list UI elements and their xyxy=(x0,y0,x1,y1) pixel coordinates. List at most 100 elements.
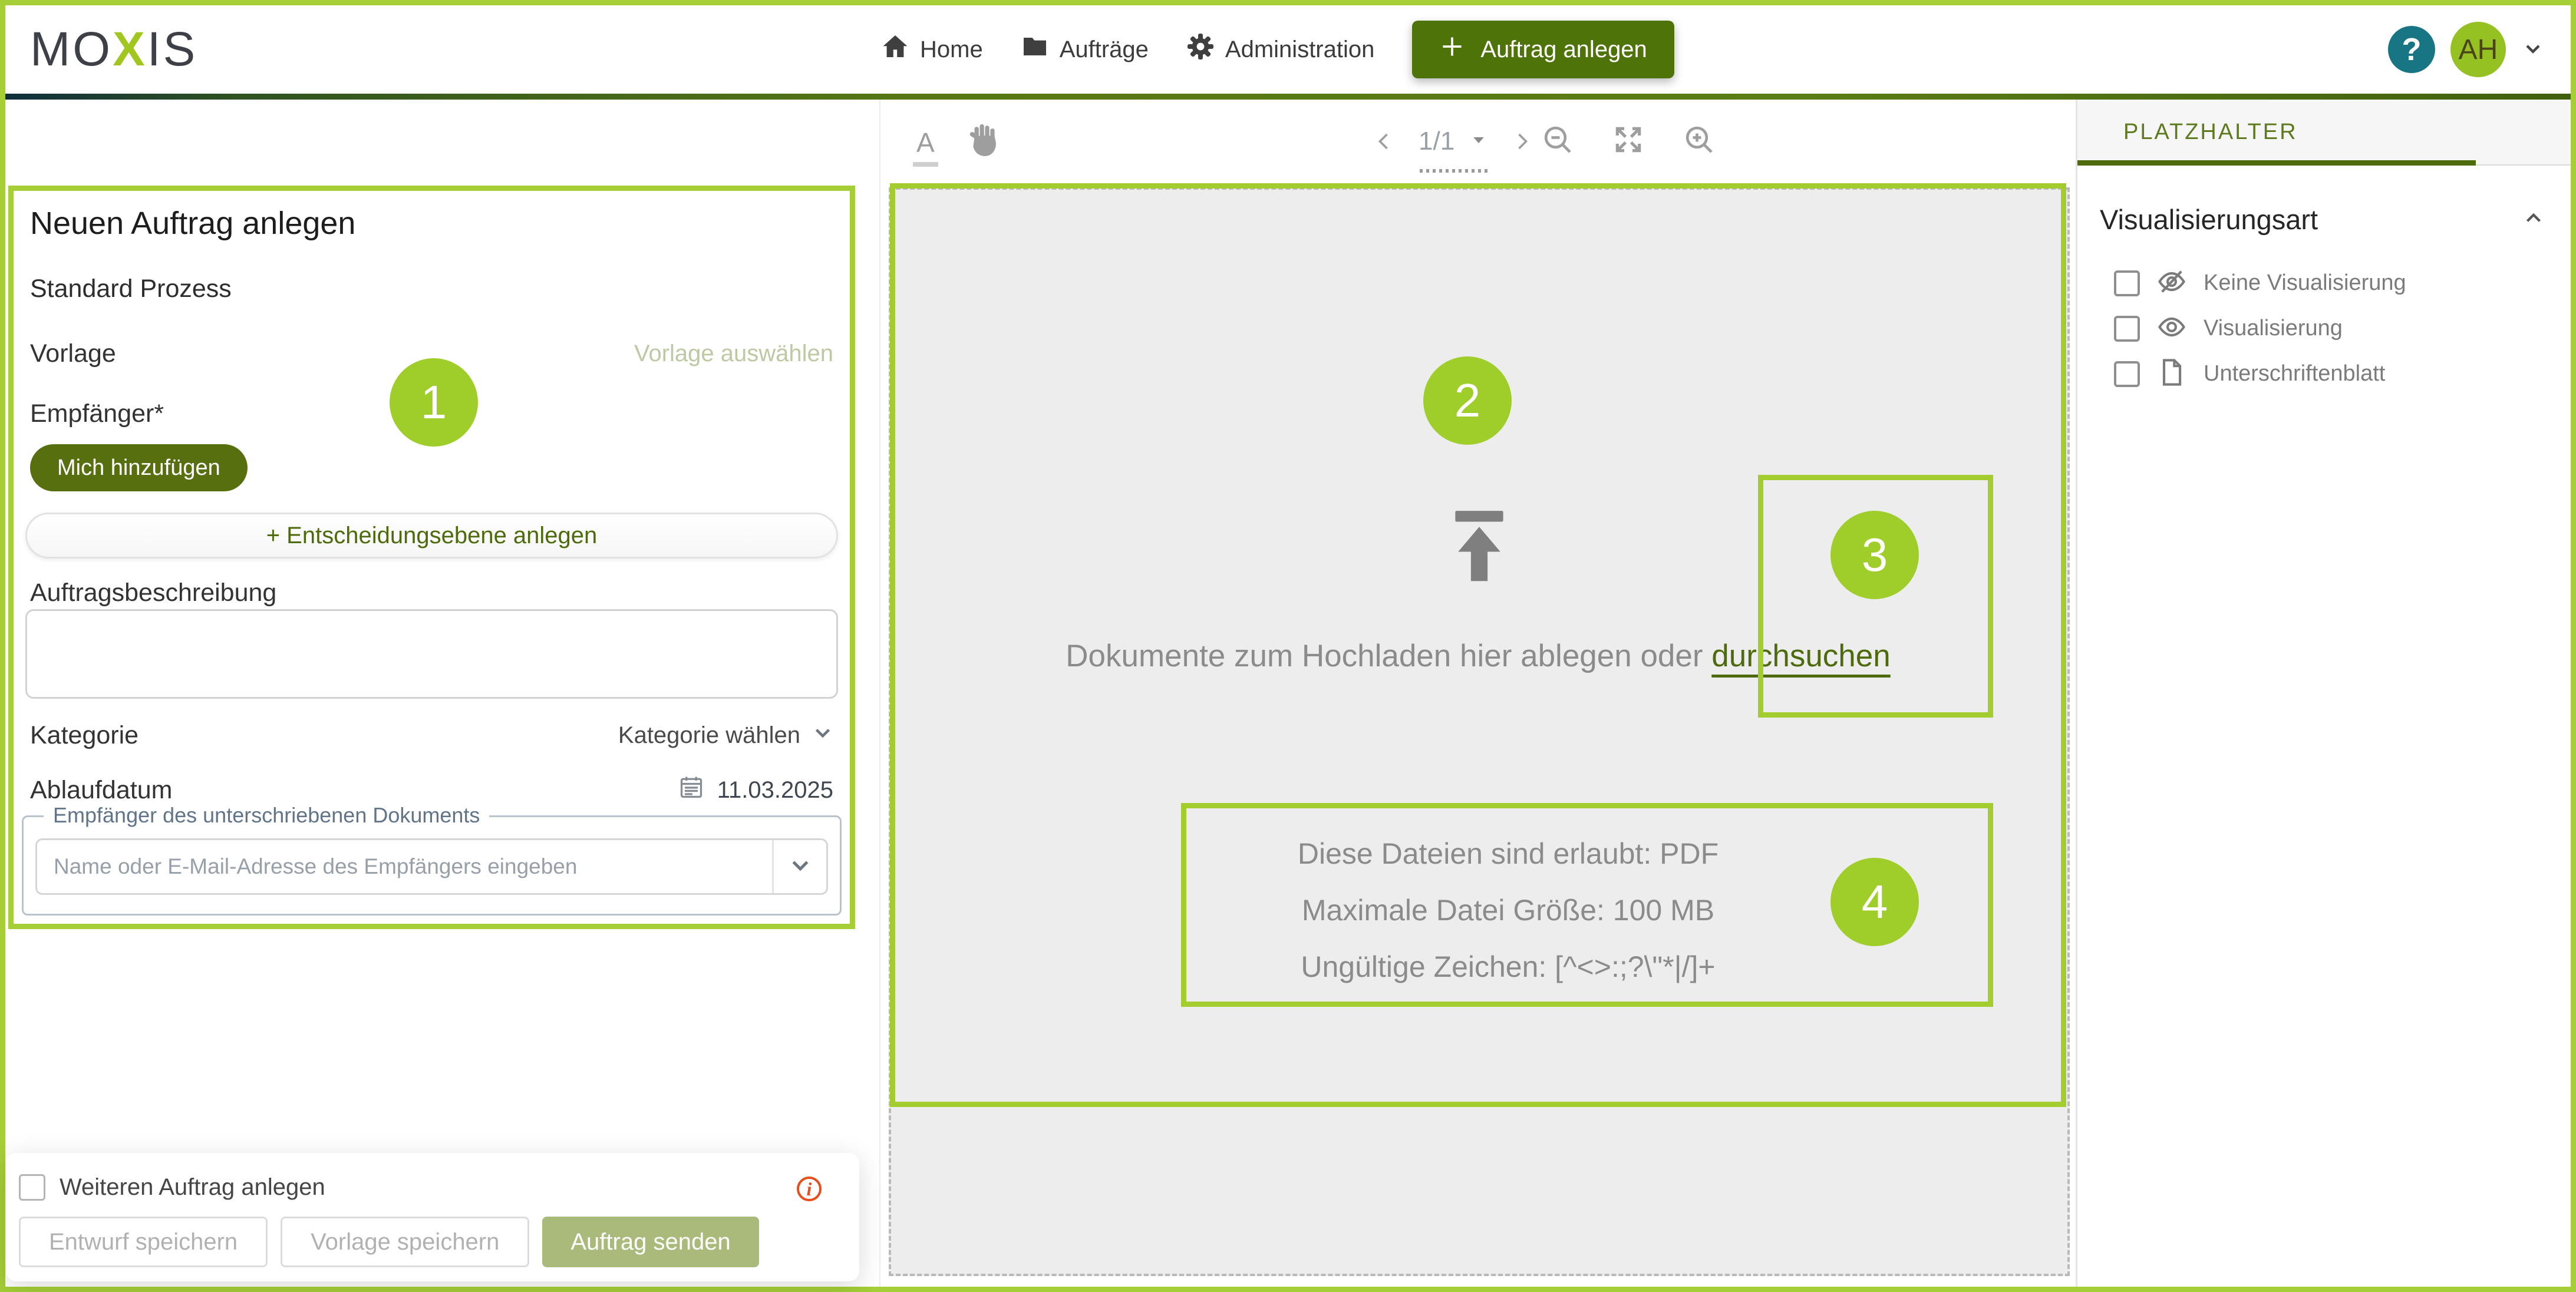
page-navigation: 1/1 xyxy=(1374,127,1532,156)
tab-platzhalter[interactable]: PLATZHALTER xyxy=(2123,120,2298,145)
callout-4: 4 xyxy=(1830,858,1919,946)
logo-text: IS xyxy=(147,22,197,76)
app-root: MOXIS Home Aufträge Administration Auftr… xyxy=(0,0,2576,1292)
save-draft-button[interactable]: Entwurf speichern xyxy=(19,1217,268,1267)
gear-icon xyxy=(1186,32,1215,67)
avatar-initials: AH xyxy=(2459,34,2498,66)
create-order-button[interactable]: Auftrag anlegen xyxy=(1412,21,1674,78)
nav-label: Administration xyxy=(1225,37,1374,63)
save-template-button[interactable]: Vorlage speichern xyxy=(281,1217,529,1267)
recipient-combobox xyxy=(35,838,828,895)
plus-icon xyxy=(1439,34,1465,65)
prev-page-button[interactable] xyxy=(1374,131,1395,152)
create-another-checkbox[interactable] xyxy=(19,1174,45,1201)
avatar[interactable]: AH xyxy=(2450,22,2506,77)
file-rules: Diese Dateien sind erlaubt: PDF Maximale… xyxy=(1196,825,1820,995)
document-icon xyxy=(2156,357,2187,391)
info-glyph: i xyxy=(807,1178,812,1200)
callout-3: 3 xyxy=(1830,511,1919,599)
header-right: ? AH xyxy=(2388,5,2545,94)
help-button[interactable]: ? xyxy=(2388,26,2435,73)
page-select-caret[interactable] xyxy=(1470,131,1487,152)
chevron-down-icon xyxy=(789,854,812,880)
nav-item-administration[interactable]: Administration xyxy=(1186,32,1374,67)
page-scrubber-dots xyxy=(1420,169,1490,173)
rule-allowed-files: Diese Dateien sind erlaubt: PDF xyxy=(1196,825,1820,882)
keine-visualisierung-checkbox[interactable] xyxy=(2114,270,2140,296)
visualization-title: Visualisierungsart xyxy=(2100,203,2318,236)
text-annotation-tool[interactable]: A xyxy=(913,127,938,167)
add-decision-level-button[interactable]: + Entscheidungsebene anlegen xyxy=(25,513,838,559)
create-another-row: Weiteren Auftrag anlegen xyxy=(19,1174,325,1201)
zoom-out-icon[interactable] xyxy=(1541,123,1574,159)
category-value: Kategorie wählen xyxy=(618,722,800,749)
question-mark-icon: ? xyxy=(2402,31,2422,68)
visualisierung-checkbox[interactable] xyxy=(2114,316,2140,342)
home-icon xyxy=(881,32,909,67)
placeholder-sidebar: PLATZHALTER Visualisierungsart Keine Vis… xyxy=(2076,100,2571,1287)
expiry-date-value: 11.03.2025 xyxy=(717,777,833,804)
new-order-form: Neuen Auftrag anlegen Standard Prozess V… xyxy=(8,186,855,929)
category-row: Kategorie Kategorie wählen xyxy=(30,721,833,750)
chevron-down-icon xyxy=(2521,52,2545,62)
logo-text: MO xyxy=(30,22,113,76)
chevron-up-icon[interactable] xyxy=(2521,206,2546,233)
zoom-in-icon[interactable] xyxy=(1683,123,1716,159)
expiry-row: Ablaufdatum 11.03.2025 xyxy=(30,774,833,806)
callout-2: 2 xyxy=(1423,356,1512,445)
expiry-date-picker[interactable]: 11.03.2025 xyxy=(678,774,833,806)
eye-off-icon xyxy=(2156,266,2187,300)
zoom-toolbar xyxy=(1541,123,1716,159)
top-nav: MOXIS Home Aufträge Administration Auftr… xyxy=(5,5,2571,94)
description-label: Auftragsbeschreibung xyxy=(30,579,833,607)
option-label: Unterschriftenblatt xyxy=(2204,361,2385,386)
active-tab-underline xyxy=(2077,160,2476,166)
nav-item-home[interactable]: Home xyxy=(881,32,983,67)
column-divider xyxy=(879,100,880,1287)
select-template-link[interactable]: Vorlage auswählen xyxy=(634,341,833,367)
option-keine-visualisierung[interactable]: Keine Visualisierung xyxy=(2077,260,2571,306)
signed-doc-recipient-fieldset: Empfänger des unterschriebenen Dokuments xyxy=(22,815,842,916)
create-order-label: Auftrag anlegen xyxy=(1480,37,1647,63)
fullscreen-icon[interactable] xyxy=(1612,123,1645,159)
category-select[interactable]: Kategorie wählen xyxy=(618,722,833,749)
upload-icon xyxy=(1441,506,1518,583)
create-another-label: Weiteren Auftrag anlegen xyxy=(60,1174,325,1201)
unterschriftenblatt-checkbox[interactable] xyxy=(2114,361,2140,387)
drop-text: Dokumente zum Hochladen hier ablegen ode… xyxy=(1066,639,1711,673)
add-me-button[interactable]: Mich hinzufügen xyxy=(30,444,248,491)
chevron-down-icon xyxy=(812,722,833,749)
rule-max-size: Maximale Datei Größe: 100 MB xyxy=(1196,882,1820,939)
recipient-dropdown-button[interactable] xyxy=(772,840,826,893)
info-icon[interactable]: i xyxy=(797,1177,822,1201)
description-textarea[interactable] xyxy=(25,609,838,699)
expiry-label: Ablaufdatum xyxy=(30,776,172,805)
next-page-button[interactable] xyxy=(1511,131,1532,152)
option-label: Visualisierung xyxy=(2204,316,2343,341)
option-unterschriftenblatt[interactable]: Unterschriftenblatt xyxy=(2077,351,2571,396)
signed-doc-recipient-legend: Empfänger des unterschriebenen Dokuments xyxy=(44,803,489,828)
moxis-logo: MOXIS xyxy=(30,22,197,77)
template-label: Vorlage xyxy=(30,339,116,368)
pan-hand-icon[interactable] xyxy=(967,122,1001,160)
eye-icon xyxy=(2156,312,2187,345)
main-nav: Home Aufträge Administration Auftrag anl… xyxy=(881,5,1674,94)
option-visualisierung[interactable]: Visualisierung xyxy=(2077,306,2571,351)
calendar-icon xyxy=(678,774,704,806)
folder-icon xyxy=(1021,32,1049,67)
nav-label: Home xyxy=(920,37,983,63)
header-gradient-divider xyxy=(5,94,2571,100)
visualization-section-header: Visualisierungsart xyxy=(2100,203,2546,236)
rule-invalid-chars: Ungültige Zeichen: [^<>:;?\"*|/]+ xyxy=(1196,939,1820,995)
send-order-button[interactable]: Auftrag senden xyxy=(542,1217,758,1267)
sidebar-tabbar: PLATZHALTER xyxy=(2077,100,2571,166)
account-menu-chevron[interactable] xyxy=(2521,37,2545,63)
page-title: Neuen Auftrag anlegen xyxy=(30,205,833,242)
option-label: Keine Visualisierung xyxy=(2204,270,2406,296)
process-type-label: Standard Prozess xyxy=(30,275,833,303)
category-label: Kategorie xyxy=(30,721,138,750)
nav-item-auftraege[interactable]: Aufträge xyxy=(1021,32,1149,67)
recipient-input[interactable] xyxy=(37,840,772,893)
text-tool-glyph: A xyxy=(916,127,935,158)
nav-label: Aufträge xyxy=(1060,37,1149,63)
